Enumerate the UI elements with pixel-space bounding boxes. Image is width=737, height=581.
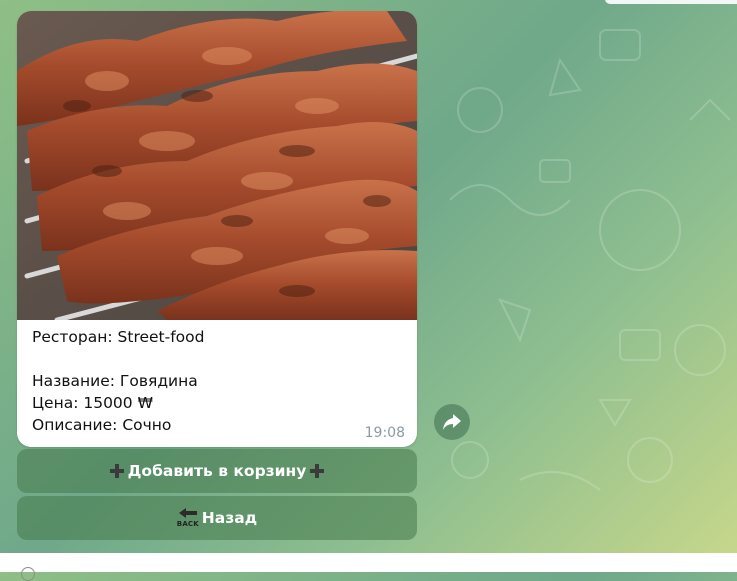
add-to-cart-label: Добавить в корзину — [127, 462, 307, 480]
back-button[interactable]: BACK Назад — [17, 496, 417, 540]
message-caption: Ресторан: Street-food Название: Говядина… — [17, 320, 417, 436]
share-button[interactable] — [434, 404, 470, 440]
top-message-edge — [605, 0, 737, 4]
bot-message: Ресторан: Street-food Название: Говядина… — [17, 11, 417, 447]
plus-icon — [109, 464, 124, 478]
add-to-cart-button[interactable]: Добавить в корзину — [17, 449, 417, 493]
message-time: 19:08 — [364, 425, 405, 441]
plus-icon — [310, 464, 325, 478]
back-label: Назад — [201, 509, 258, 527]
back-arrow-icon: BACK — [177, 507, 199, 529]
share-arrow-icon — [443, 414, 461, 430]
message-input-bar — [0, 553, 737, 572]
price-text: Цена: 15000 ₩ — [32, 394, 153, 412]
food-photo[interactable] — [17, 11, 417, 320]
back-icon-text: BACK — [176, 520, 199, 528]
attach-icon[interactable] — [21, 567, 35, 581]
dish-name-text: Название: Говядина — [32, 372, 198, 390]
restaurant-text: Ресторан: Street-food — [32, 328, 205, 346]
description-text: Описание: Сочно — [32, 416, 172, 434]
